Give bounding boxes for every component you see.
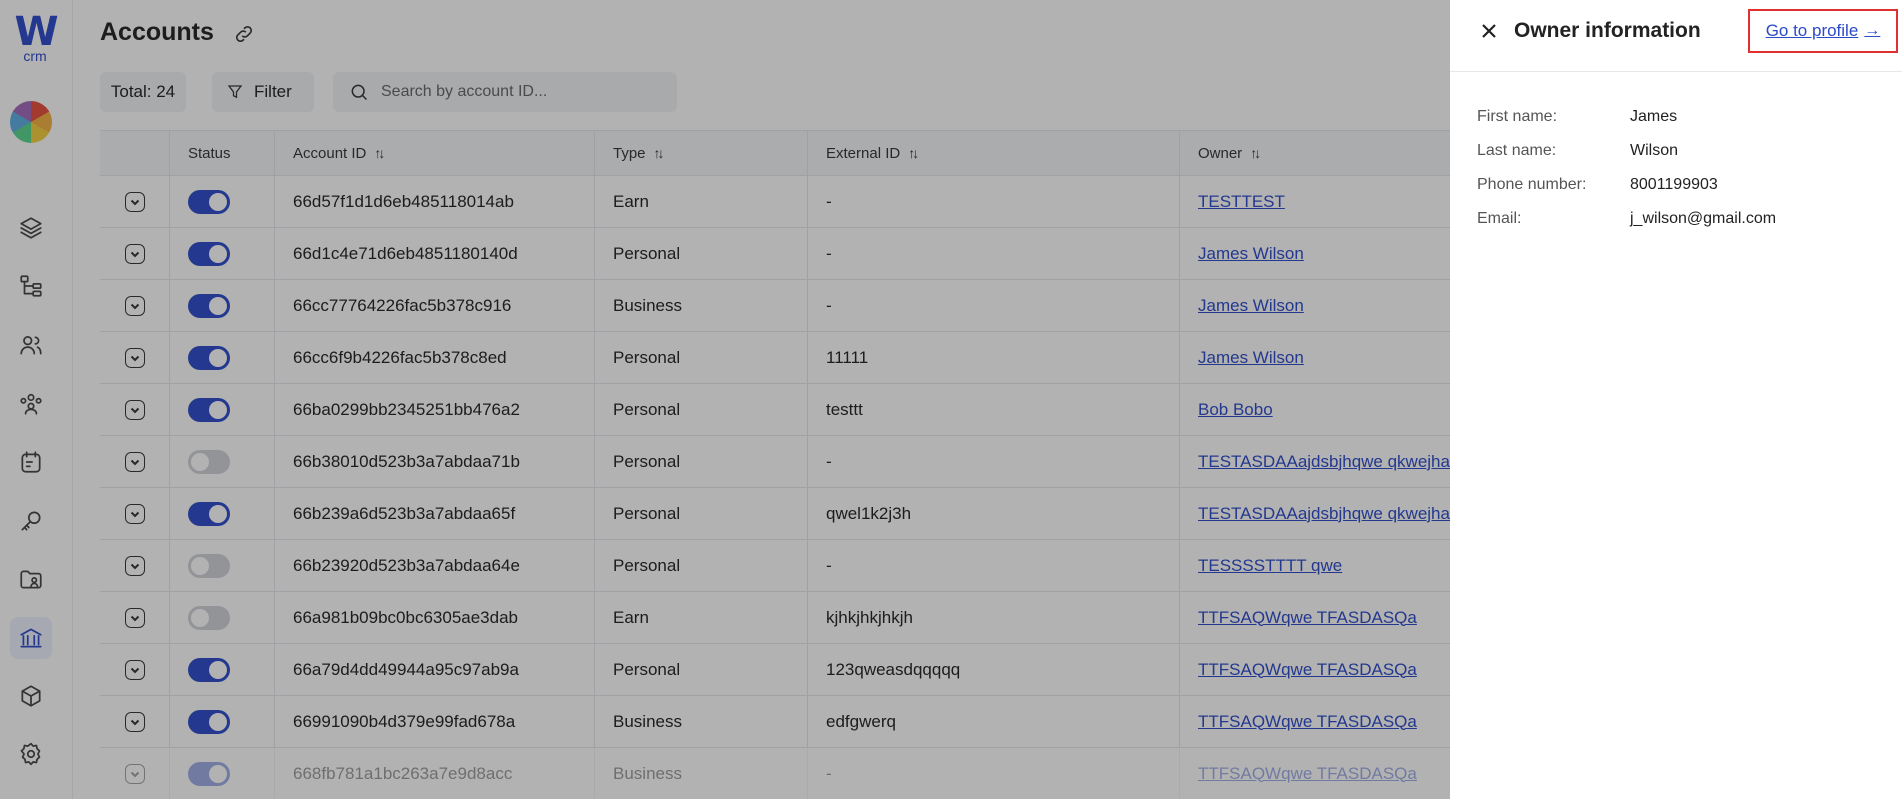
email-row: Email: j_wilson@gmail.com [1477,202,1776,236]
last-name-row: Last name: Wilson [1477,134,1776,168]
drawer-title: Owner information [1514,19,1701,42]
phone-value: 8001199903 [1630,176,1718,193]
arrow-right-icon: → [1864,22,1881,39]
first-name-label: First name: [1477,108,1558,125]
last-name-value: Wilson [1630,142,1679,159]
go-to-profile-label: Go to profile [1765,21,1859,40]
close-icon [1482,24,1496,38]
close-button[interactable] [1480,22,1502,44]
first-name-row: First name: James [1477,100,1776,134]
owner-details: First name: James Last name: Wilson Phon… [1477,100,1776,236]
email-value: j_wilson@gmail.com [1630,210,1777,227]
email-label: Email: [1477,210,1522,227]
drawer-header: Owner information Go to profile → [1450,0,1902,72]
first-name-value: James [1630,108,1678,125]
owner-info-drawer: Owner information Go to profile → First … [1450,0,1902,799]
go-to-profile-link[interactable]: Go to profile → [1748,9,1898,53]
phone-row: Phone number: 8001199903 [1477,168,1776,202]
last-name-label: Last name: [1477,142,1557,159]
phone-label: Phone number: [1477,176,1587,193]
